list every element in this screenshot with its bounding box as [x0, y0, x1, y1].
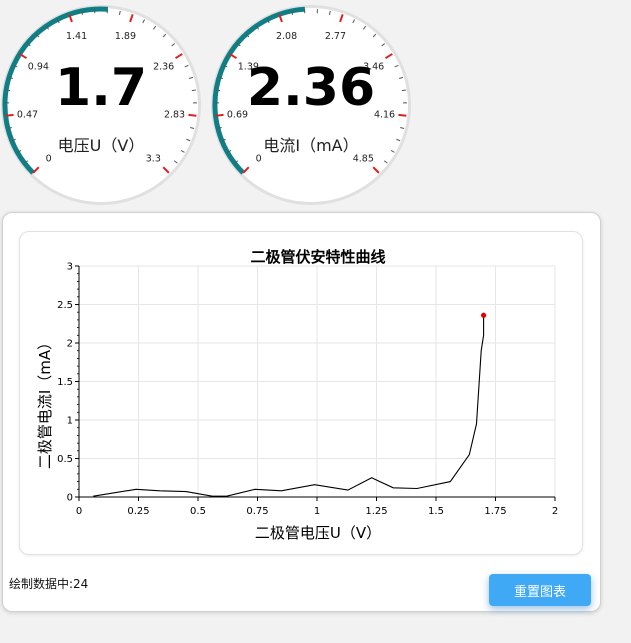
last-point-marker — [481, 312, 487, 318]
x-tick-label: 2 — [552, 506, 558, 517]
voltage-value: 1.7 — [54, 58, 148, 118]
gauge-tick-label: 1.89 — [115, 31, 136, 42]
chart-panel: 二极管伏安特性曲线 二极管电压U（V） 二极管电流I（mA） 0 0.25 0.5 0… — [2, 212, 601, 612]
iv-series-line — [93, 315, 485, 497]
y-tick-label: 1 — [67, 416, 73, 427]
reset-chart-button[interactable]: 重置图表 — [489, 574, 591, 606]
chart-card: 二极管伏安特性曲线 二极管电压U（V） 二极管电流I（mA） 0 0.25 0.5 0… — [19, 231, 583, 555]
current-label: 电流I（mA） — [263, 136, 359, 155]
y-axis-label: 二极管电流I（mA） — [36, 335, 54, 469]
gauge-tick-label: 2.08 — [276, 31, 297, 42]
iv-curve-chart: 二极管伏安特性曲线 二极管电压U（V） 二极管电流I（mA） 0 0.25 0.5 0… — [36, 248, 558, 542]
chart-title: 二极管伏安特性曲线 — [250, 248, 385, 266]
gauge-tick-label: 2.77 — [325, 31, 346, 42]
gauge-tick-label: 1.41 — [66, 31, 87, 42]
y-tick-label: 2.5 — [57, 300, 73, 311]
x-tick-label: 0 — [76, 506, 82, 517]
y-tick-label: 2 — [67, 339, 73, 350]
status-text: 绘制数据中:24 — [9, 577, 89, 591]
x-tick-label: 1 — [314, 506, 320, 517]
x-tick-label: 0.75 — [246, 506, 268, 517]
x-axis-label: 二极管电压U（V） — [255, 524, 381, 542]
y-tick-label: 0.5 — [57, 454, 73, 465]
x-tick-label: 1.25 — [365, 506, 387, 517]
x-tick-label: 0.5 — [190, 506, 206, 517]
y-tick-label: 3 — [67, 262, 73, 273]
voltage-label: 电压U（V） — [57, 136, 145, 155]
x-tick-label: 1.75 — [484, 506, 506, 517]
voltage-gauge: 0 0.47 0.94 1.41 1.89 2.36 2.83 3.3 1.7 电压U（V） — [0, 0, 206, 210]
current-value: 2.36 — [246, 58, 376, 118]
x-tick-label: 0.25 — [127, 506, 149, 517]
current-gauge: 0 0.69 1.39 2.08 2.77 3.46 4.16 4.85 2.36 电流I（m… — [206, 0, 416, 210]
y-tick-label: 1.5 — [57, 377, 73, 388]
x-tick-label: 1.5 — [428, 506, 444, 517]
y-tick-label: 0 — [67, 493, 73, 504]
